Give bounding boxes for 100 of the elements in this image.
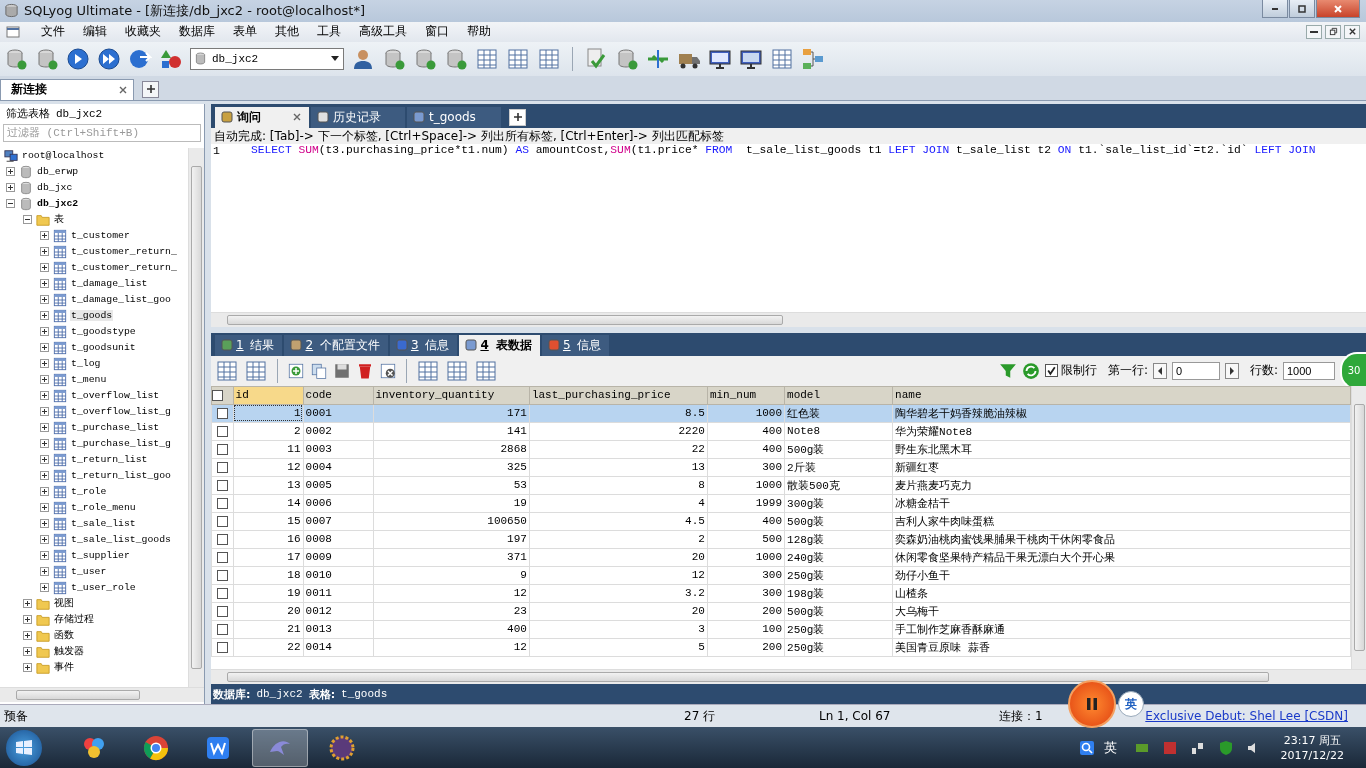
menu-item[interactable]: 工具 — [308, 23, 350, 41]
sql-code-line[interactable]: SELECT SUM(t3.purchasing_price*t1.num) AS amountCost,SUM(t1.price* FROM t_sale_list_goods t1 LEFT JOIN t_sale_list t2 ON t1.`sale_list_id`=t2.`id` LEFT JOIN — [251, 143, 1316, 159]
tree-item[interactable]: 触发器 — [53, 645, 85, 659]
table-name: t_goods — [341, 688, 388, 701]
table-cell: 16 — [287, 533, 301, 546]
tree-item[interactable]: t_sale_list — [70, 518, 137, 530]
table-cell: 500 — [762, 533, 783, 546]
row-count-field[interactable]: 1000 — [1283, 361, 1335, 380]
tree-item[interactable]: t_user_role — [70, 582, 137, 594]
tree-item[interactable]: t_supplier — [70, 550, 131, 562]
credit-link[interactable]: Exclusive Debut: Shel Lee [CSDN] — [1145, 709, 1348, 724]
tree-item[interactable]: 表 — [53, 213, 65, 227]
status-text: 预备 — [3, 707, 29, 725]
table-row[interactable]: 18 0010 9 12 300 250g装 劲仔小鱼干 — [211, 566, 1351, 585]
menu-item[interactable]: 文件 — [32, 23, 74, 41]
menu-item[interactable]: 其他 — [266, 23, 308, 41]
result-tab[interactable]: 5 信息 — [541, 334, 610, 356]
column-header[interactable]: id — [235, 389, 249, 402]
table-row[interactable]: 16 0008 197 2 500 128g装 奕森奶油桃肉蜜饯果脯果干桃肉干休闲零食品 — [211, 530, 1351, 549]
table-cell: 300 — [762, 461, 783, 474]
table-cell: 300 — [762, 569, 783, 582]
table-cell: 华为荣耀Note8 — [895, 425, 973, 438]
tree-item[interactable]: t_overflow_list_g — [70, 406, 172, 418]
tree-item[interactable]: t_damage_list_goo — [70, 294, 172, 306]
table-cell: 休闲零食坚果特产精品干果无漂白大个开心果 — [895, 551, 1116, 564]
limit-rows-checkbox[interactable]: 限制行 — [1044, 362, 1097, 380]
connection-tab[interactable]: 新连接 — [0, 78, 134, 100]
tree-item[interactable]: db_jxc2 — [36, 198, 80, 210]
table-cell: 山楂条 — [895, 587, 929, 600]
result-tab[interactable]: 1 结果 — [215, 334, 283, 356]
table-cell: 9 — [520, 569, 527, 582]
tree-item[interactable]: t_overflow_list — [70, 390, 161, 402]
result-tab[interactable]: 2 个配置文件 — [284, 334, 388, 356]
table-cell: 1000 — [755, 407, 783, 420]
menu-item[interactable]: 帮助 — [458, 23, 500, 41]
tree-item[interactable]: t_goods — [70, 310, 114, 322]
tree-item[interactable]: 函数 — [53, 629, 75, 643]
table-row[interactable]: 11 0003 2868 22 400 500g装 野生东北黑木耳 — [211, 440, 1351, 459]
column-header[interactable]: name — [895, 389, 922, 402]
tree-item[interactable]: t_customer — [70, 230, 131, 242]
table-cell: 1999 — [755, 497, 783, 510]
table-row[interactable]: 20 0012 23 20 200 500g装 大乌梅干 — [211, 602, 1351, 621]
line-number: 1 — [212, 143, 221, 159]
table-cell: 0013 — [305, 623, 332, 636]
query-tab[interactable]: t_goods — [407, 106, 501, 128]
table-row[interactable]: 22 0014 12 5 200 250g装 美国青豆原味 蒜香 — [211, 638, 1351, 657]
database-select[interactable]: db_jxc2 — [190, 47, 344, 70]
menu-item[interactable]: 高级工具 — [350, 23, 416, 41]
tree-item[interactable]: t_customer_return_ — [70, 262, 178, 274]
tree-item[interactable]: t_menu — [70, 374, 108, 386]
tree-item[interactable]: t_user — [70, 566, 108, 578]
tree-item[interactable]: t_role_menu — [70, 502, 137, 514]
tree-item[interactable]: t_customer_return_ — [70, 246, 178, 258]
table-cell: 麦片燕麦巧克力 — [895, 479, 973, 492]
table-row[interactable]: 12 0004 325 13 300 2斤装 新疆红枣 — [211, 458, 1351, 477]
tree-item[interactable]: t_purchase_list — [70, 422, 161, 434]
table-row[interactable]: 17 0009 371 20 1000 240g装 休闲零食坚果特产精品干果无漂白大个开心果 — [211, 548, 1351, 567]
tree-item[interactable]: t_sale_list_goods — [70, 534, 172, 546]
menu-item[interactable]: 表单 — [224, 23, 266, 41]
result-tab[interactable]: 4 表数据 — [459, 334, 540, 356]
menu-item[interactable]: 收藏夹 — [116, 23, 170, 41]
query-tab[interactable]: 历史记录 — [311, 106, 405, 128]
tree-item[interactable]: 事件 — [53, 661, 75, 675]
result-tab[interactable]: 3 信息 — [389, 334, 458, 356]
query-tab[interactable]: 询问 — [215, 106, 309, 128]
table-cell: 400 — [762, 443, 783, 456]
tree-item[interactable]: t_goodsunit — [70, 342, 137, 354]
table-cell: 美国青豆原味 蒜香 — [895, 641, 990, 654]
table-row[interactable]: 21 0013 400 3 100 250g装 手工制作芝麻香酥麻通 — [211, 620, 1351, 639]
table-cell: 100650 — [487, 515, 527, 528]
input-method-indicator[interactable]: 英 — [1103, 738, 1117, 757]
tree-item[interactable]: t_goodstype — [70, 326, 137, 338]
filter-field[interactable]: 过滤器 (Ctrl+Shift+B) — [3, 123, 201, 142]
table-row[interactable]: 2 0002 141 2220 400 Note8 华为荣耀Note8 — [211, 422, 1351, 441]
tree-item[interactable]: t_return_list — [70, 454, 149, 466]
tree-item[interactable]: t_log — [70, 358, 102, 370]
menu-item[interactable]: 数据库 — [170, 23, 224, 41]
table-row[interactable]: 19 0011 12 3.2 300 198g装 山楂条 — [211, 584, 1351, 603]
menu-item[interactable]: 编辑 — [74, 23, 116, 41]
table-cell: 20 — [691, 551, 705, 564]
tree-item[interactable]: t_role — [70, 486, 108, 498]
tree-item[interactable]: 存储过程 — [53, 613, 95, 627]
table-cell: 12 — [287, 461, 301, 474]
tree-item[interactable]: 视图 — [53, 597, 75, 611]
table-row[interactable]: 15 0007 100650 4.5 400 500g装 吉利人家牛肉味蛋糕 — [211, 512, 1351, 531]
tree-item[interactable]: t_damage_list — [70, 278, 149, 290]
table-cell: 5 — [698, 641, 705, 654]
menu-item[interactable]: 窗口 — [416, 23, 458, 41]
tree-item[interactable]: t_purchase_list_g — [70, 438, 172, 450]
tree-item[interactable]: root@localhost — [21, 150, 106, 162]
clock[interactable]: 23:17 周五 2017/12/22 — [1280, 732, 1344, 763]
tree-item[interactable]: t_return_list_goo — [70, 470, 172, 482]
table-row[interactable]: 14 0006 19 4 1999 300g装 冰糖金桔干 — [211, 494, 1351, 513]
table-cell: 0012 — [305, 605, 332, 618]
table-row[interactable]: 13 0005 53 8 1000 散装500克 麦片燕麦巧克力 — [211, 476, 1351, 495]
first-row-field[interactable]: 0 — [1171, 361, 1220, 380]
table-cell: 400 — [507, 623, 527, 636]
table-row[interactable]: 1 0001 171 8.5 1000 红色装 陶华碧老干妈香辣脆油辣椒 — [211, 404, 1351, 423]
tree-item[interactable]: db_erwp — [36, 166, 80, 178]
tree-item[interactable]: db_jxc — [36, 182, 74, 194]
